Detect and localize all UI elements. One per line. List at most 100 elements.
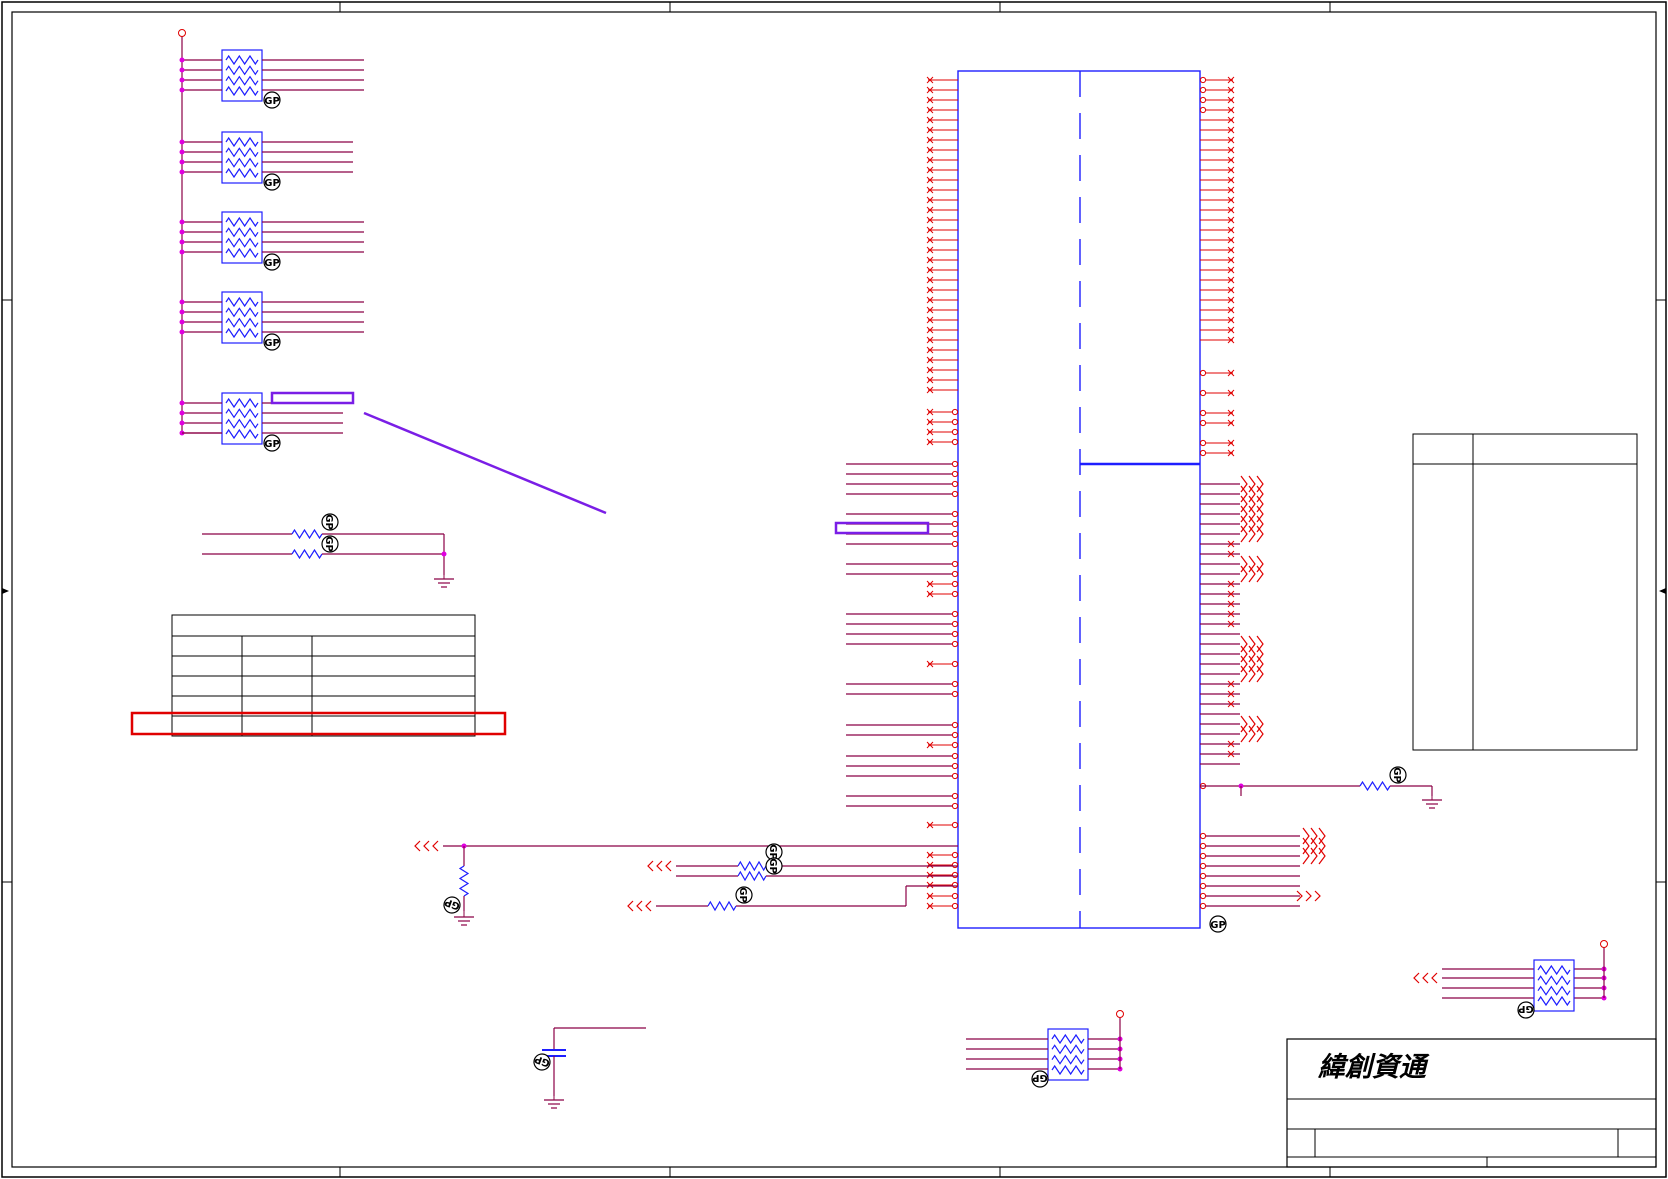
pin-end [951,570,959,578]
junction-dot [179,149,185,155]
resistor-network-element [225,54,259,66]
pin-end [951,892,959,900]
power-port-icon [178,29,186,37]
gp-marker-icon: GP [263,173,281,191]
pin-end [951,610,959,618]
schematic-sheet: GPGPGPGPGP GPGP GPGP GPGPGPGPGPGP GP 緯創資… [1,1,1667,1178]
resistor-network-icon [221,49,263,102]
gp-marker-icon: GP [1209,915,1227,933]
pin-end [951,881,959,889]
pin-end [951,821,959,829]
gp-marker-icon: GP [533,1053,552,1071]
pin-end [951,480,959,488]
resistor-icon [1359,780,1391,792]
junction-dot [179,319,185,325]
gp-marker-label: GP [264,96,280,107]
gp-marker-label: GP [737,887,748,903]
resistor-network-element [1051,1044,1085,1055]
resistor-network-element [225,408,259,419]
pin-end [1199,106,1207,114]
annotation-pointer [363,411,607,515]
gp-marker-icon: GP [321,513,339,531]
right-component-group: GP [1413,940,1608,1019]
resistor-icon [291,528,323,540]
gp-marker-icon: GP [263,91,281,109]
junction-dot [441,551,447,557]
resistor-network-element [225,317,259,328]
offpage-chevron [1413,972,1420,984]
pin-end [1199,86,1207,94]
pin-end [951,530,959,538]
junction-dot [179,299,185,305]
gp-marker-icon: GP [263,253,281,271]
gp-marker-icon: GP [263,434,281,452]
pin-end [951,540,959,548]
resistor-icon [737,860,767,872]
gp-marker-label: GP [1518,1003,1534,1014]
resistor-zigzag [458,865,470,897]
pin-end [1199,902,1207,910]
pin-end [1199,96,1207,104]
resistor-network-element [225,216,259,228]
resistor-network-group-left: GP GP GP GP GP [178,29,364,452]
ic-body [957,70,1201,929]
resistor-network-icon [221,211,263,264]
pin-end [951,630,959,638]
resistor-network-element [225,157,259,168]
pin-end [1199,842,1207,850]
gp-marker-label: GP [1032,1072,1048,1083]
pin-end [1199,862,1207,870]
junction-dot [179,239,185,245]
gp-marker-label: GP [1210,920,1226,931]
resistor-network-element [225,147,259,158]
pin-end [951,418,959,426]
resistor-network-element [225,167,259,179]
sheet-frame [1,1,1667,1178]
gp-marker-label: GP [767,858,778,874]
resistor-network-element [225,418,259,429]
pin-end [951,660,959,668]
resistor-network-element [225,247,259,259]
junction-dot [179,57,185,63]
junction-dot [179,87,185,93]
resistor-network-icon [221,392,263,445]
resistor-network-element [1051,1033,1085,1045]
junction-dot [179,329,185,335]
gp-marker-label: GP [264,178,280,189]
resistor-network-element [225,227,259,238]
pin-end [1199,439,1207,447]
pulldown-resistor-group: GP GP [202,513,454,588]
gp-marker-icon: GP [1389,766,1407,784]
pin-end [951,438,959,446]
ground-icon [1422,790,1442,809]
offpage-chevron [1431,972,1438,984]
resistor-network-element [225,296,259,308]
offpage-chevron [645,900,652,912]
resistor-network-element [225,397,259,409]
pin-end [951,580,959,588]
junction-dot [179,169,185,175]
gp-marker-label: GP [264,258,280,269]
resistor-network-element [1537,985,1571,996]
gp-marker-icon: GP [321,535,339,553]
pin-end [951,510,959,518]
resistor-network-icon [221,131,263,184]
junction-dot [179,219,185,225]
pin-end [1199,892,1207,900]
pin-end [951,762,959,770]
pin-end [1199,369,1207,377]
gp-marker-icon: GP [735,886,753,904]
pin-end [1199,389,1207,397]
gp-marker-label: GP [264,338,280,349]
annotation-box [270,391,355,405]
pin-end [951,620,959,628]
junction-dot [179,309,185,315]
company-name: 緯創資通 [1317,1052,1430,1083]
pin-end [951,408,959,416]
junction-dot [179,139,185,145]
offpage-connector-icon [627,900,652,912]
revision-table [1412,433,1638,751]
pin-end [1199,872,1207,880]
pin-end [1199,419,1207,427]
pin-end [951,520,959,528]
